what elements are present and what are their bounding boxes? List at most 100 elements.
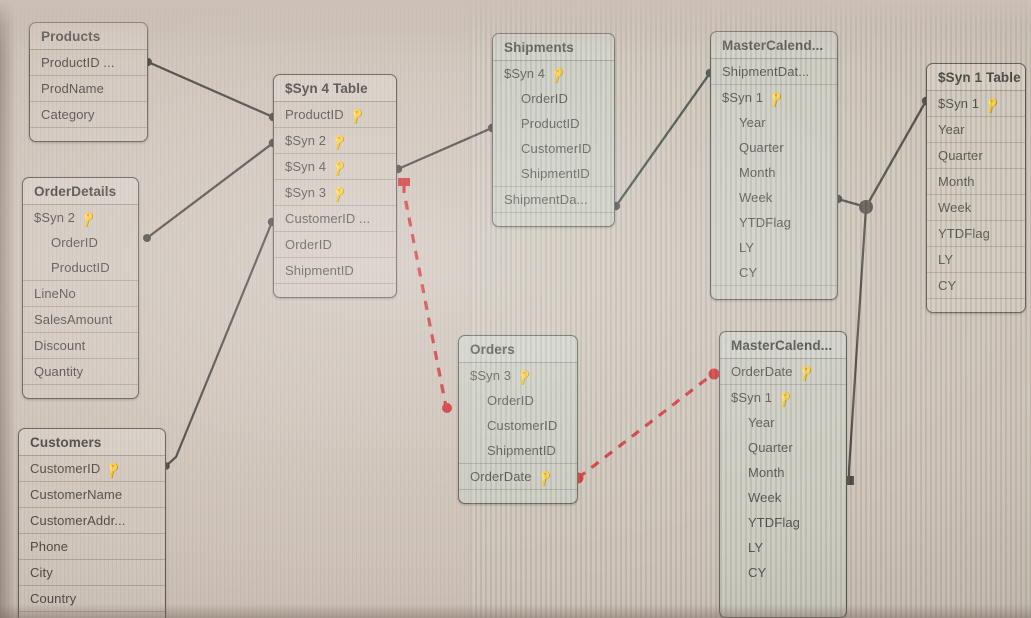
field-row[interactable]: YTDFlag	[720, 510, 846, 535]
field-label: $Syn 1	[938, 96, 980, 111]
field-row[interactable]: OrderDate 🔑	[720, 359, 846, 385]
key-icon: 🔑	[330, 133, 350, 152]
field-label: ProdName	[41, 81, 104, 96]
field-row[interactable]: Month	[720, 460, 846, 485]
field-label: ShipmentDat...	[722, 64, 810, 79]
field-label: CustomerID	[487, 418, 558, 433]
field-row[interactable]: Phone	[19, 534, 165, 560]
field-row[interactable]: LY	[720, 535, 846, 560]
field-row[interactable]: $Syn 2 🔑	[23, 205, 138, 230]
field-row[interactable]: Quarter	[927, 143, 1025, 169]
table-syn4[interactable]: $Syn 4 Table ProductID 🔑 $Syn 2 🔑 $Syn 4 🔑 …	[273, 74, 397, 298]
field-row[interactable]: YTDFlag	[711, 210, 837, 235]
field-label: Week	[938, 200, 972, 215]
field-row[interactable]: ProductID	[493, 111, 614, 136]
field-row[interactable]: LY	[711, 235, 837, 260]
table-customers[interactable]: Customers CustomerID 🔑 CustomerName Custo…	[18, 428, 166, 618]
key-icon: 🔑	[776, 390, 796, 409]
field-row[interactable]: $Syn 3 🔑	[274, 180, 396, 206]
field-label: Quantity	[34, 364, 84, 379]
table-mastercalendar-order[interactable]: MasterCalend... OrderDate 🔑 $Syn 1 🔑 Year …	[719, 331, 847, 618]
field-row[interactable]: $Syn 1 🔑	[711, 85, 837, 110]
table-title-customers: Customers	[19, 429, 165, 456]
data-model-canvas[interactable]: Products ProductID ... ProdName Category…	[0, 0, 1031, 618]
field-row[interactable]: LineNo	[23, 281, 138, 307]
field-row[interactable]: OrderDate 🔑	[459, 464, 577, 490]
field-row[interactable]: Week	[720, 485, 846, 510]
field-row[interactable]: LY	[927, 247, 1025, 273]
field-row[interactable]: CustomerID	[493, 136, 614, 161]
field-row[interactable]: ProdName	[30, 76, 147, 102]
field-label: YTDFlag	[739, 215, 791, 230]
field-row[interactable]: CY	[711, 260, 837, 286]
field-row[interactable]: YTDFlag	[927, 221, 1025, 247]
key-icon: 🔑	[348, 107, 367, 126]
field-row[interactable]: Week	[927, 195, 1025, 221]
field-label: LY	[938, 252, 954, 267]
field-row[interactable]: ShipmentDat...	[711, 59, 837, 85]
field-label: Year	[748, 415, 775, 430]
table-mastercalendar-shipment[interactable]: MasterCalend... ShipmentDat... $Syn 1 🔑 Y…	[710, 31, 838, 300]
field-label: Quarter	[739, 140, 784, 155]
table-title-syn4: $Syn 4 Table	[274, 75, 396, 102]
field-row[interactable]: OrderID	[493, 86, 614, 111]
field-row[interactable]: Discount	[23, 333, 138, 359]
field-label: $Syn 1	[722, 90, 764, 105]
field-row[interactable]: ProductID ...	[30, 50, 147, 76]
table-footer-space	[493, 213, 614, 226]
field-row[interactable]: ProductID 🔑	[274, 102, 396, 128]
field-row[interactable]: Quantity	[23, 359, 138, 385]
field-row[interactable]: CustomerID 🔑	[19, 456, 165, 482]
field-row[interactable]: Week	[711, 185, 837, 210]
field-row[interactable]: ShipmentID	[459, 438, 577, 464]
field-label: ProductID	[51, 260, 110, 275]
table-products[interactable]: Products ProductID ... ProdName Category	[29, 22, 148, 142]
field-row[interactable]: SalesAmount	[23, 307, 138, 333]
field-row[interactable]: City	[19, 560, 165, 586]
table-title-products: Products	[30, 23, 147, 50]
field-row[interactable]: Month	[711, 160, 837, 185]
field-row[interactable]: Year	[720, 410, 846, 435]
field-label: CustomerID	[521, 141, 592, 156]
field-row[interactable]: Year	[927, 117, 1025, 143]
field-row[interactable]: $Syn 1 🔑	[720, 385, 846, 410]
table-syn1[interactable]: $Syn 1 Table $Syn 1 🔑 Year Quarter Month …	[926, 63, 1026, 313]
field-row[interactable]: OrderID	[274, 232, 396, 258]
table-orders[interactable]: Orders $Syn 3 🔑 OrderID CustomerID Shipme…	[458, 335, 578, 504]
field-row[interactable]: Month	[927, 169, 1025, 195]
field-row[interactable]: CustomerAddr...	[19, 508, 165, 534]
field-label: OrderID	[521, 91, 568, 106]
field-label: Category	[41, 107, 95, 122]
link-customers-to-syn4	[165, 221, 274, 467]
field-row[interactable]: ShipmentID	[274, 258, 396, 284]
field-row[interactable]: ProductID	[23, 255, 138, 281]
field-row[interactable]: Quarter	[711, 135, 837, 160]
field-row[interactable]: Category	[30, 102, 147, 128]
field-label: Year	[938, 122, 965, 137]
field-row[interactable]: OrderID	[23, 230, 138, 255]
field-row[interactable]: OrderID	[459, 388, 577, 413]
field-row[interactable]: $Syn 4 🔑	[493, 61, 614, 86]
table-shipments[interactable]: Shipments $Syn 4 🔑 OrderID ProductID Cust…	[492, 33, 615, 227]
field-row[interactable]: ShipmentID	[493, 161, 614, 187]
field-row[interactable]: CustomerID ...	[274, 206, 396, 232]
field-row[interactable]: Year	[711, 110, 837, 135]
field-row[interactable]: $Syn 2 🔑	[274, 128, 396, 154]
field-row[interactable]: Country	[19, 586, 165, 612]
field-row[interactable]: CY	[927, 273, 1025, 299]
field-label: $Syn 4	[504, 66, 546, 81]
link-junction-to-syn1table	[864, 100, 928, 208]
field-row[interactable]: ShipmentDa...	[493, 187, 614, 213]
field-row[interactable]: $Syn 3 🔑	[459, 363, 577, 388]
table-title-mastercalendar-shipment: MasterCalend...	[711, 32, 837, 59]
table-orderdetails[interactable]: OrderDetails $Syn 2 🔑 OrderID ProductID L…	[22, 177, 139, 399]
field-label: CY	[748, 565, 767, 580]
field-row[interactable]: CustomerID	[459, 413, 577, 438]
field-row[interactable]: CY	[720, 560, 846, 585]
field-label: ShipmentID	[521, 166, 590, 181]
field-row[interactable]: Quarter	[720, 435, 846, 460]
field-row[interactable]: $Syn 4 🔑	[274, 154, 396, 180]
key-icon: 🔑	[330, 159, 350, 178]
field-row[interactable]: CustomerName	[19, 482, 165, 508]
field-row[interactable]: $Syn 1 🔑	[927, 91, 1025, 117]
